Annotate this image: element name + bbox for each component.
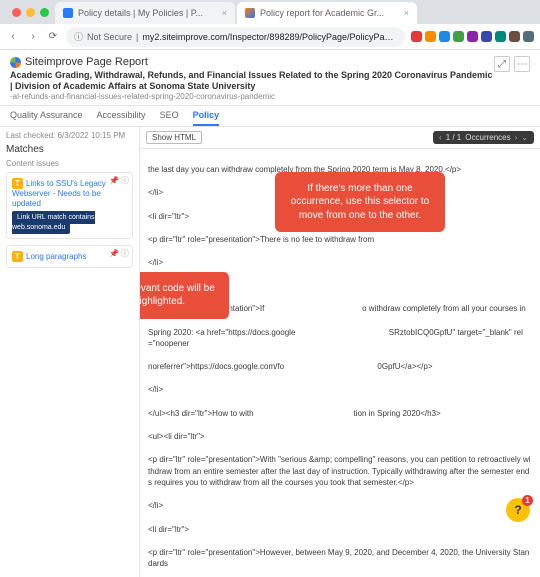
- issue-card[interactable]: 📌 ⓘ TLong paragraphs: [6, 245, 133, 268]
- info-icon: ⓘ: [74, 30, 83, 43]
- tab-accessibility[interactable]: Accessibility: [97, 106, 146, 126]
- left-panel: Last checked: 6/3/2022 10:15 PM Matches …: [0, 127, 140, 577]
- close-window-button[interactable]: [12, 8, 21, 17]
- extension-icon[interactable]: [523, 31, 534, 42]
- reload-button[interactable]: ⟳: [46, 30, 60, 44]
- code-line: </li>: [148, 384, 532, 396]
- brand: Siteimprove Page Report: [10, 56, 494, 68]
- issue-title: Links to SSU's Legacy Webserver - Needs …: [12, 179, 106, 209]
- back-button[interactable]: ‹: [6, 30, 20, 44]
- badge-t: T: [12, 251, 23, 262]
- callout-highlight: The relevant code will be highlighted.: [140, 272, 230, 319]
- extension-icon[interactable]: [509, 31, 520, 42]
- chevron-left-icon[interactable]: ‹: [439, 133, 442, 142]
- more-button[interactable]: ⋯: [514, 56, 530, 72]
- maximize-window-button[interactable]: [40, 8, 49, 17]
- close-icon[interactable]: ×: [404, 8, 409, 18]
- callout-occurrence: If there's more than one occurrence, use…: [275, 172, 445, 233]
- badge-t: T: [12, 178, 23, 189]
- info-icon[interactable]: ⓘ: [121, 176, 129, 186]
- minimize-window-button[interactable]: [26, 8, 35, 17]
- occurrence-navigator: ‹ 1 / 1 Occurrences › ⌄: [433, 131, 534, 144]
- content-issues-heading: Content issues: [6, 159, 133, 168]
- code-panel: Show HTML ‹ 1 / 1 Occurrences › ⌄ If the…: [140, 127, 540, 577]
- last-checked-label: Last checked: 6/3/2022 10:15 PM: [6, 131, 133, 140]
- extension-icon[interactable]: [439, 31, 450, 42]
- issue-pill: Link URL match contains web.sonoma.edu: [12, 211, 95, 234]
- extension-icon[interactable]: [411, 31, 422, 42]
- page-header: ⤢ ⋯ Siteimprove Page Report Academic Gra…: [0, 50, 540, 106]
- tab-label: Policy report for Academic Gr...: [260, 8, 384, 18]
- url-field[interactable]: ⓘ Not Secure | my2.siteimprove.com/Inspe…: [66, 27, 405, 47]
- tab-policy[interactable]: Policy: [193, 106, 220, 126]
- occurrences-label: Occurrences: [465, 133, 510, 142]
- browser-tab-active[interactable]: Policy report for Academic Gr... ×: [237, 2, 417, 24]
- code-line: <p dir="ltr" role="presentation">With "s…: [148, 454, 532, 489]
- code-line: </ul><h3 dir="ltr">How to with tion in S…: [148, 408, 532, 420]
- nav-tabs: Quality Assurance Accessibility SEO Poli…: [0, 106, 540, 127]
- url-text: my2.siteimprove.com/Inspector/898289/Pol…: [142, 32, 397, 42]
- info-icon[interactable]: ⓘ: [121, 249, 129, 259]
- pin-icon[interactable]: 📌: [109, 176, 119, 186]
- occurrence-count: 1 / 1: [446, 133, 462, 142]
- forward-button[interactable]: ›: [26, 30, 40, 44]
- window-controls: [6, 0, 55, 24]
- favicon-icon: [63, 8, 73, 18]
- content: Last checked: 6/3/2022 10:15 PM Matches …: [0, 127, 540, 577]
- pin-icon[interactable]: 📌: [109, 249, 119, 259]
- code-line: </li>: [148, 257, 532, 269]
- brand-label: Siteimprove Page Report: [25, 56, 148, 68]
- code-line: <p dir="ltr" role="presentation">However…: [148, 547, 532, 570]
- chevron-right-icon[interactable]: ›: [515, 133, 518, 142]
- issue-card[interactable]: 📌 ⓘ TLinks to SSU's Legacy Webserver - N…: [6, 172, 133, 239]
- tab-label: Policy details | My Policies | P...: [78, 8, 203, 18]
- siteimprove-logo-icon: [10, 57, 21, 68]
- extension-icon[interactable]: [495, 31, 506, 42]
- matches-heading: Matches: [6, 144, 133, 155]
- expand-button[interactable]: ⤢: [494, 56, 510, 72]
- code-toolbar: Show HTML ‹ 1 / 1 Occurrences › ⌄: [140, 127, 540, 149]
- code-line: <ul><li dir="ltr">: [148, 431, 532, 443]
- browser-tab[interactable]: Policy details | My Policies | P... ×: [55, 2, 235, 24]
- favicon-icon: [245, 8, 255, 18]
- issue-title: Long paragraphs: [26, 252, 87, 261]
- help-badge: 1: [522, 495, 533, 506]
- extension-icon[interactable]: [453, 31, 464, 42]
- code-line: Spring 2020: <a href="https://docs.googl…: [148, 327, 532, 350]
- tab-quality-assurance[interactable]: Quality Assurance: [10, 106, 83, 126]
- not-secure-label: Not Secure: [87, 32, 132, 42]
- page-subtitle: -al-refunds-and-financial-issues-related…: [10, 92, 530, 101]
- chevron-down-icon[interactable]: ⌄: [521, 133, 528, 142]
- browser-tab-strip: Policy details | My Policies | P... × Po…: [0, 0, 540, 24]
- extension-icon[interactable]: [467, 31, 478, 42]
- tab-seo[interactable]: SEO: [160, 106, 179, 126]
- browser-address-bar: ‹ › ⟳ ⓘ Not Secure | my2.siteimprove.com…: [0, 24, 540, 50]
- extension-icons: [411, 31, 534, 42]
- show-html-button[interactable]: Show HTML: [146, 131, 202, 144]
- extension-icon[interactable]: [481, 31, 492, 42]
- code-line: noreferrer">https://docs.google.com/fo 0…: [148, 361, 532, 373]
- help-fab[interactable]: ? 1: [506, 498, 530, 522]
- code-line: <p dir="ltr" role="presentation">There i…: [148, 234, 532, 246]
- page-title: Academic Grading, Withdrawal, Refunds, a…: [10, 70, 530, 92]
- close-icon[interactable]: ×: [222, 8, 227, 18]
- extension-icon[interactable]: [425, 31, 436, 42]
- code-line: </li>: [148, 500, 532, 512]
- code-line: <li dir="ltr">: [148, 524, 532, 536]
